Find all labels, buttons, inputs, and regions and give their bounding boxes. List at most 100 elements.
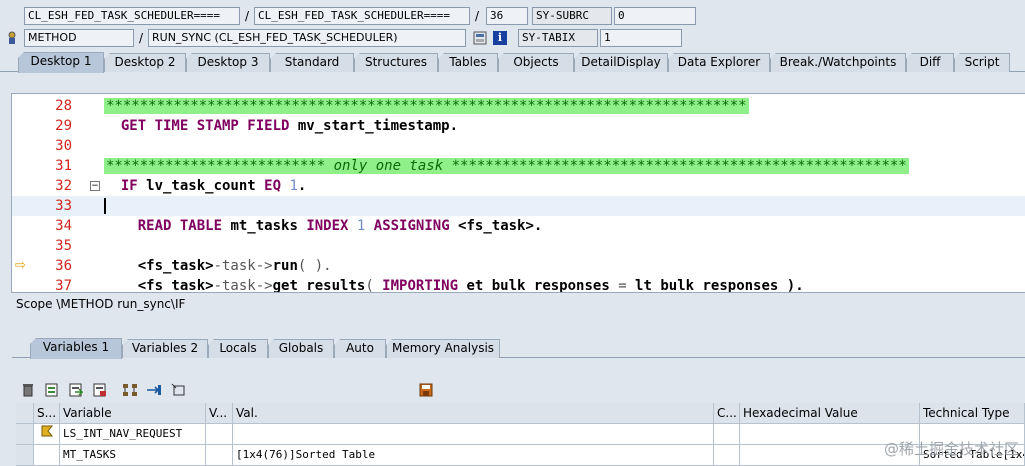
table-row[interactable]: MT_TASKS [1x4(76)]Sorted Table Sorted Ta… xyxy=(16,445,1025,466)
export-icon[interactable] xyxy=(90,381,110,399)
header-row-program: CL_ESH_FED_TASK_SCHEDULER==== / CL_ESH_F… xyxy=(0,6,696,26)
code-line-37: 37 <fs_task>-task->get_results( IMPORTIN… xyxy=(12,276,1025,292)
tab-memory-analysis[interactable]: Memory Analysis xyxy=(386,339,500,358)
separator: / xyxy=(138,31,144,45)
col-header-value[interactable]: Val. xyxy=(233,403,714,424)
save-icon[interactable] xyxy=(416,381,436,399)
code-line-35: 35 xyxy=(12,236,1025,256)
tab-detaildisplay[interactable]: DetailDisplay xyxy=(574,53,668,72)
table-header-row: S... Variable V... Val. C... Hexadecimal… xyxy=(16,403,1025,424)
tab-standard[interactable]: Standard xyxy=(270,53,354,72)
tab-diff[interactable]: Diff xyxy=(906,53,954,72)
code-line-34: 34 READ TABLE mt_tasks INDEX 1 ASSIGNING… xyxy=(12,216,1025,236)
tab-script[interactable]: Script xyxy=(954,53,1010,72)
variable-cell[interactable]: LS_INT_NAV_REQUEST xyxy=(60,424,206,445)
sysvar2-name: SY-TABIX xyxy=(518,29,598,47)
v-cell xyxy=(206,424,233,445)
event-type-field[interactable]: METHOD xyxy=(24,29,134,47)
line-number: 31 xyxy=(55,158,72,174)
tab-desktop-3[interactable]: Desktop 3 xyxy=(186,53,270,72)
variable-cell[interactable]: MT_TASKS xyxy=(60,445,206,466)
method-icon xyxy=(0,29,24,47)
c-cell xyxy=(714,445,740,466)
tab-globals[interactable]: Globals xyxy=(268,339,334,358)
line-number: 36 xyxy=(55,258,72,274)
info-icon[interactable]: i xyxy=(490,29,510,47)
source-editor[interactable]: 28 *************************************… xyxy=(12,94,1025,292)
line-number: 28 xyxy=(55,98,72,114)
collapse-toggle-icon[interactable]: − xyxy=(90,181,100,191)
row-selector[interactable] xyxy=(16,424,34,445)
import-icon[interactable] xyxy=(66,381,86,399)
include-field[interactable]: CL_ESH_FED_TASK_SCHEDULER==== xyxy=(254,7,470,25)
table-row[interactable]: LS_INT_NAV_REQUEST xyxy=(16,424,1025,445)
select-object-icon[interactable] xyxy=(168,381,188,399)
line-number: 34 xyxy=(55,218,72,234)
structure-icon xyxy=(41,425,54,437)
tab-breakpoints[interactable]: Break./Watchpoints xyxy=(770,53,906,72)
code-text: <fs_task>-task->run( ). xyxy=(137,258,332,274)
header-row-event: METHOD / RUN_SYNC (CL_ESH_FED_TASK_SCHED… xyxy=(0,28,682,48)
program-field[interactable]: CL_ESH_FED_TASK_SCHEDULER==== xyxy=(24,7,240,25)
tab-data-explorer[interactable]: Data Explorer xyxy=(668,53,770,72)
code-text: ************************** only one task… xyxy=(104,158,909,174)
col-header-c[interactable]: C... xyxy=(714,403,740,424)
variables-tabbar: Variables 1 Variables 2 Locals Globals A… xyxy=(12,338,1025,359)
col-header-variable[interactable]: Variable xyxy=(60,403,206,424)
navigate-icon[interactable] xyxy=(144,381,164,399)
tab-auto[interactable]: Auto xyxy=(334,339,386,358)
display-object-icon[interactable] xyxy=(470,29,490,47)
v-cell xyxy=(206,445,233,466)
line-number: 29 xyxy=(55,118,72,134)
code-line-30: 30 xyxy=(12,136,1025,156)
code-text: READ TABLE mt_tasks INDEX 1 ASSIGNING <f… xyxy=(137,218,543,234)
value-cell[interactable] xyxy=(233,424,714,445)
line-number: 35 xyxy=(55,238,72,254)
tab-desktop-2[interactable]: Desktop 2 xyxy=(104,53,186,72)
separator: / xyxy=(474,9,480,23)
code-text: ****************************************… xyxy=(104,98,749,114)
row-status-cell xyxy=(34,445,60,466)
col-header-v[interactable]: V... xyxy=(206,403,233,424)
code-text: IF lv_task_count EQ 1. xyxy=(120,178,307,194)
c-cell xyxy=(714,424,740,445)
code-line-36: ⇨ 36 <fs_task>-task->run( ). xyxy=(12,256,1025,276)
delete-icon[interactable] xyxy=(18,381,38,399)
tab-variables-2[interactable]: Variables 2 xyxy=(122,339,208,358)
line-number: 30 xyxy=(55,138,72,154)
line-number: 33 xyxy=(55,198,72,214)
tab-variables-1[interactable]: Variables 1 xyxy=(30,338,122,359)
variables-toolbar xyxy=(18,380,440,400)
line-number: 32 xyxy=(55,178,72,194)
line-field[interactable]: 36 xyxy=(486,7,528,25)
blank-icon xyxy=(0,7,24,25)
code-line-33: 33 xyxy=(12,196,1025,216)
sysvar1-name: SY-SUBRC xyxy=(532,7,612,25)
hierarchy-icon[interactable] xyxy=(120,381,140,399)
col-header-s[interactable]: S... xyxy=(34,403,60,424)
tab-tables[interactable]: Tables xyxy=(438,53,498,72)
code-text: <fs_task>-task->get_results( IMPORTING e… xyxy=(137,278,804,292)
col-header-type[interactable]: Technical Type xyxy=(920,403,1025,424)
tab-desktop-1[interactable]: Desktop 1 xyxy=(18,52,104,73)
tab-objects[interactable]: Objects xyxy=(498,53,574,72)
watermark: @稀土掘金技术社区 xyxy=(883,440,1019,458)
line-number: 37 xyxy=(55,278,72,292)
tab-structures[interactable]: Structures xyxy=(354,53,438,72)
insert-row-icon[interactable] xyxy=(42,381,62,399)
code-text: GET TIME STAMP FIELD mv_start_timestamp. xyxy=(120,118,459,134)
col-header-status[interactable] xyxy=(16,403,34,424)
event-name-field[interactable]: RUN_SYNC (CL_ESH_FED_TASK_SCHEDULER) xyxy=(148,29,466,47)
sysvar1-value[interactable]: 0 xyxy=(614,7,696,25)
col-header-hex[interactable]: Hexadecimal Value xyxy=(740,403,920,424)
code-line-28: 28 *************************************… xyxy=(12,96,1025,116)
tab-locals[interactable]: Locals xyxy=(208,339,268,358)
sysvar2-value[interactable]: 1 xyxy=(600,29,682,47)
code-line-29: 29 GET TIME STAMP FIELD mv_start_timesta… xyxy=(12,116,1025,136)
text-cursor xyxy=(104,198,106,214)
current-statement-arrow-icon: ⇨ xyxy=(15,258,26,273)
code-line-31: 31 ************************** only one t… xyxy=(12,156,1025,176)
desktop-tabbar: Desktop 1 Desktop 2 Desktop 3 Standard S… xyxy=(0,52,1025,73)
row-selector[interactable] xyxy=(16,445,34,466)
value-cell[interactable]: [1x4(76)]Sorted Table xyxy=(233,445,714,466)
